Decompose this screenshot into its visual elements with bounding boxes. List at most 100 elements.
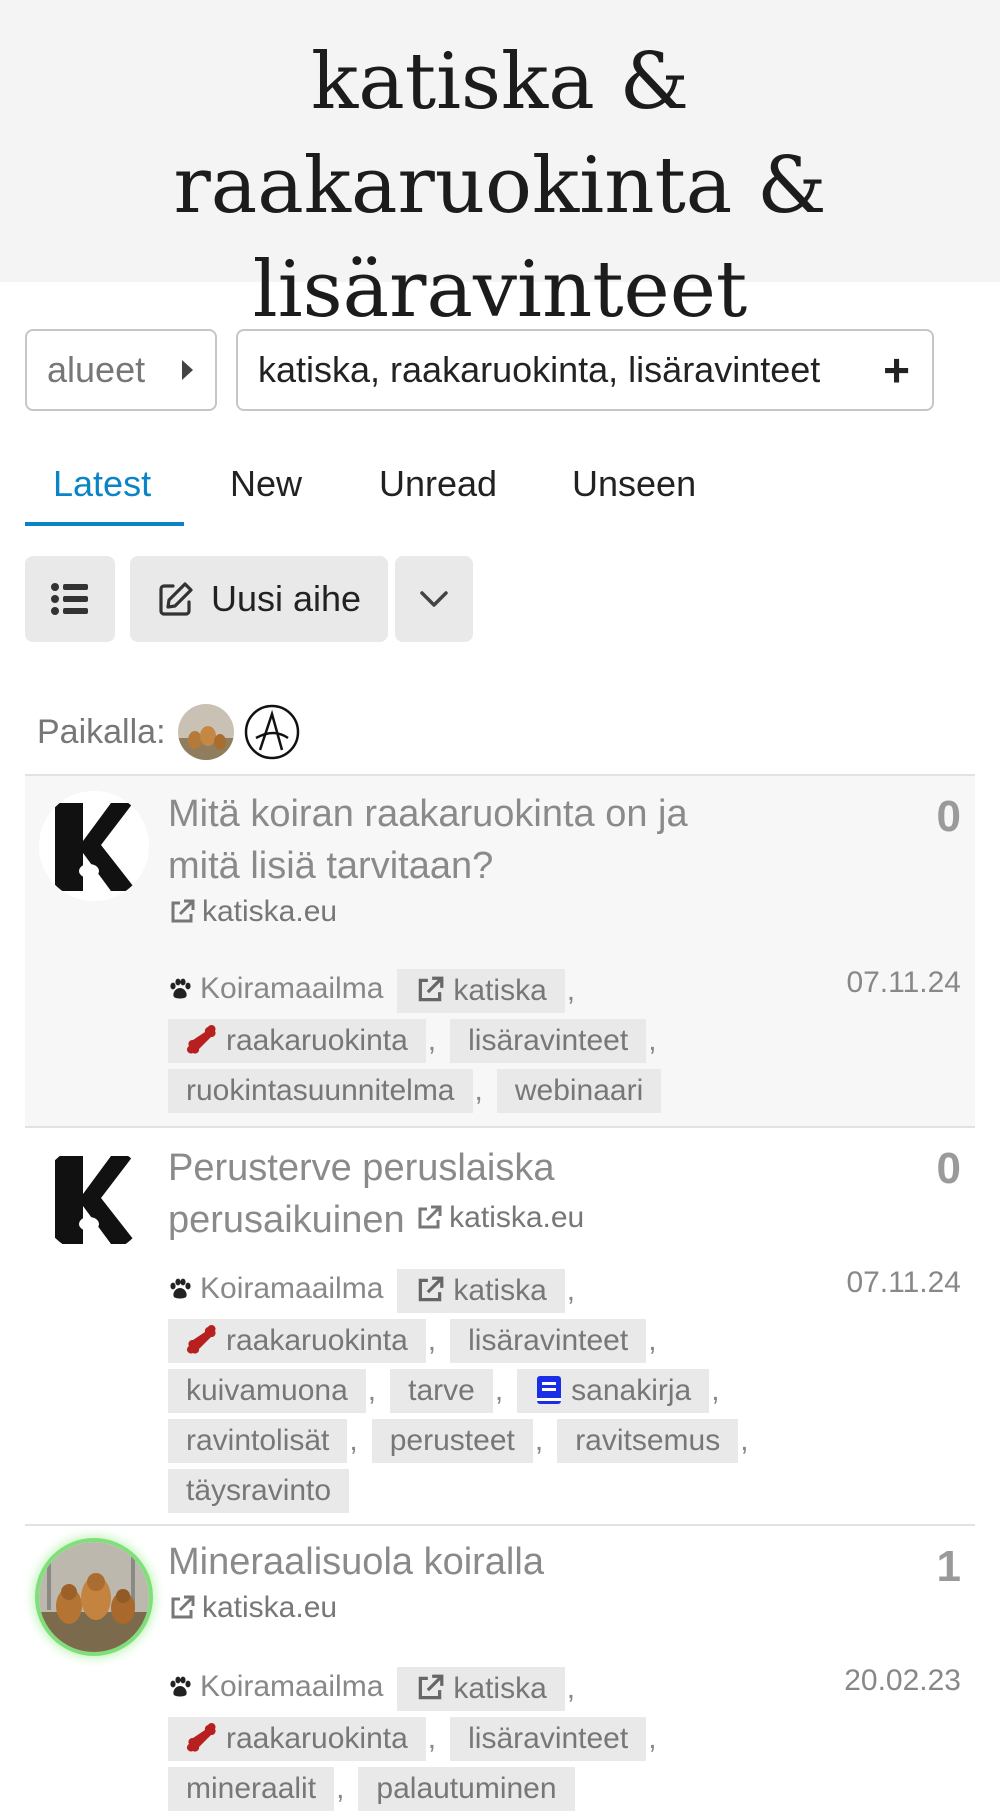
topic-link[interactable]: katiska.eu [168,1588,337,1628]
external-link-icon [419,1276,444,1302]
tag-raakaruokinta[interactable]: raakaruokinta [168,1717,426,1761]
toggle-list-button[interactable] [25,556,115,642]
tag-kuivamuona[interactable]: kuivamuona [168,1369,366,1413]
online-label: Paikalla: [37,712,166,751]
tag-ravitsemus[interactable]: ravitsemus [557,1419,739,1463]
activity-date[interactable]: 07.11.24 [846,966,961,1000]
tag-label: raakaruokinta [226,1722,408,1755]
category-badge[interactable]: Koiramaailma [168,1662,383,1712]
tag-lisaravinteet[interactable]: lisäravinteet [450,1717,647,1761]
tag-katiska[interactable]: katiska [397,969,565,1013]
tag-label: ravintolisät [186,1424,330,1457]
bone-icon [186,1025,216,1054]
new-topic-options-button[interactable] [395,556,473,642]
activity-date[interactable]: 20.02.23 [844,1664,961,1698]
tag-perusteet[interactable]: perusteet [371,1419,533,1463]
tag-label: palautuminen [376,1772,557,1805]
tag-label: perusteet [389,1424,515,1457]
avatar[interactable] [244,704,300,760]
category-badge[interactable]: Koiramaailma [168,964,383,1014]
topic-title-block: Mitä koiran raakaruokinta on ja mitä lis… [168,788,818,932]
tag-label: ruokintasuunnitelma [186,1074,455,1107]
tag-katiska[interactable]: katiska [397,1667,565,1711]
tag-label: mineraalit [186,1772,317,1805]
tags-value: katiska, raakaruokinta, lisäravinteet [258,349,821,390]
external-link-icon [171,1595,195,1619]
chevron-down-icon [420,591,448,607]
tag-raakaruokinta[interactable]: raakaruokinta [168,1319,426,1363]
tab-latest[interactable]: Latest [25,450,184,526]
tag-katiska[interactable]: katiska [397,1269,565,1313]
tag-webinaari[interactable]: webinaari [496,1069,662,1113]
book-icon [537,1376,562,1405]
category-badge[interactable]: Koiramaailma [168,1264,383,1314]
topic-title[interactable]: Mitä koiran raakaruokinta on ja mitä lis… [168,788,688,892]
tag-ruokintasuunnitelma[interactable]: ruokintasuunnitelma [168,1069,473,1113]
categories-dropdown[interactable]: alueet [25,329,217,411]
bone-icon [186,1723,216,1752]
category-banner: katiska & raakaruokinta & lisäravinteet [0,0,1000,335]
page-title: katiska & raakaruokinta & lisäravinteet [173,37,827,335]
tag-label: katiska [453,1672,547,1705]
avatar[interactable] [39,1144,149,1254]
external-link-icon [171,899,195,923]
tag-palautuminen[interactable]: palautuminen [358,1767,575,1811]
topic-link[interactable]: katiska.eu [415,1198,584,1238]
tag-tarve[interactable]: tarve [390,1369,493,1413]
topic-meta: Koiramaailma katiska ,raakaruokinta, lisär… [168,1662,808,1814]
reply-count[interactable]: 0 [937,792,961,842]
edit-icon [157,580,195,618]
paw-icon [170,1676,191,1697]
topic-title-block: Mineraalisuola koiralla katiska.eu [168,1536,818,1628]
tag-raakaruokinta[interactable]: raakaruokinta [168,1019,426,1063]
external-link-icon [419,1674,444,1700]
online-users: Paikalla: [37,702,310,762]
external-link-icon [419,976,444,1002]
tab-new[interactable]: New [230,450,302,526]
paw-icon [170,1278,191,1299]
topic-meta: Koiramaailma katiska ,raakaruokinta, lisär… [168,964,808,1116]
avatar[interactable] [177,704,234,760]
category-label: Koiramaailma [200,1670,384,1703]
tag-lisaravinteet[interactable]: lisäravinteet [450,1319,647,1363]
topic-row[interactable]: Mitä koiran raakaruokinta on ja mitä lis… [25,774,975,1128]
new-topic-label: Uusi aihe [210,578,362,619]
new-topic-button[interactable]: Uusi aihe [130,556,388,642]
tag-taysravinto[interactable]: täysravinto [168,1469,350,1513]
tag-label: katiska [453,974,547,1007]
topic-title[interactable]: Mineraalisuola koiralla [168,1536,818,1588]
plus-icon[interactable]: + [883,347,910,393]
list-icon [51,583,88,615]
tag-label: lisäravinteet [468,1324,629,1357]
category-label: Koiramaailma [200,972,384,1005]
topic-title-block: Perusterve peruslaiska perusaikuinen kat… [168,1142,818,1246]
topic-title[interactable]: Perusterve peruslaiska perusaikuinen kat… [168,1142,688,1246]
tab-unseen[interactable]: Unseen [572,450,696,526]
tab-unread[interactable]: Unread [379,450,497,526]
tags-dropdown[interactable]: katiska, raakaruokinta, lisäravinteet + [236,329,934,411]
reply-count[interactable]: 0 [937,1144,961,1194]
topic-link-label: katiska.eu [449,1201,585,1234]
topic-link[interactable]: katiska.eu [168,892,337,932]
topic-meta: Koiramaailma katiska ,raakaruokinta, lisär… [168,1264,808,1516]
tag-lisaravinteet[interactable]: lisäravinteet [450,1019,647,1063]
tag-ravintolisat[interactable]: ravintolisät [168,1419,348,1463]
reply-count[interactable]: 1 [937,1542,961,1592]
tag-label: raakaruokinta [226,1324,408,1357]
avatar[interactable] [39,1542,149,1652]
tag-label: kuivamuona [186,1374,348,1407]
activity-date[interactable]: 07.11.24 [846,1266,961,1300]
external-link-icon [418,1205,442,1229]
tag-label: sanakirja [571,1374,692,1407]
tag-label: tarve [408,1374,475,1407]
topic-link-label: katiska.eu [202,895,338,928]
tag-sanakirja[interactable]: sanakirja [517,1369,710,1413]
topic-row[interactable]: Mineraalisuola koiralla katiska.eu Koira… [25,1524,975,1811]
topic-link-label: katiska.eu [202,1591,338,1624]
avatar[interactable] [39,791,149,901]
tag-label: raakaruokinta [226,1024,408,1057]
category-label: Koiramaailma [200,1272,384,1305]
tag-mineraalit[interactable]: mineraalit [168,1767,335,1811]
topic-row[interactable]: Perusterve peruslaiska perusaikuinen kat… [25,1126,975,1526]
tag-label: webinaari [514,1074,644,1107]
